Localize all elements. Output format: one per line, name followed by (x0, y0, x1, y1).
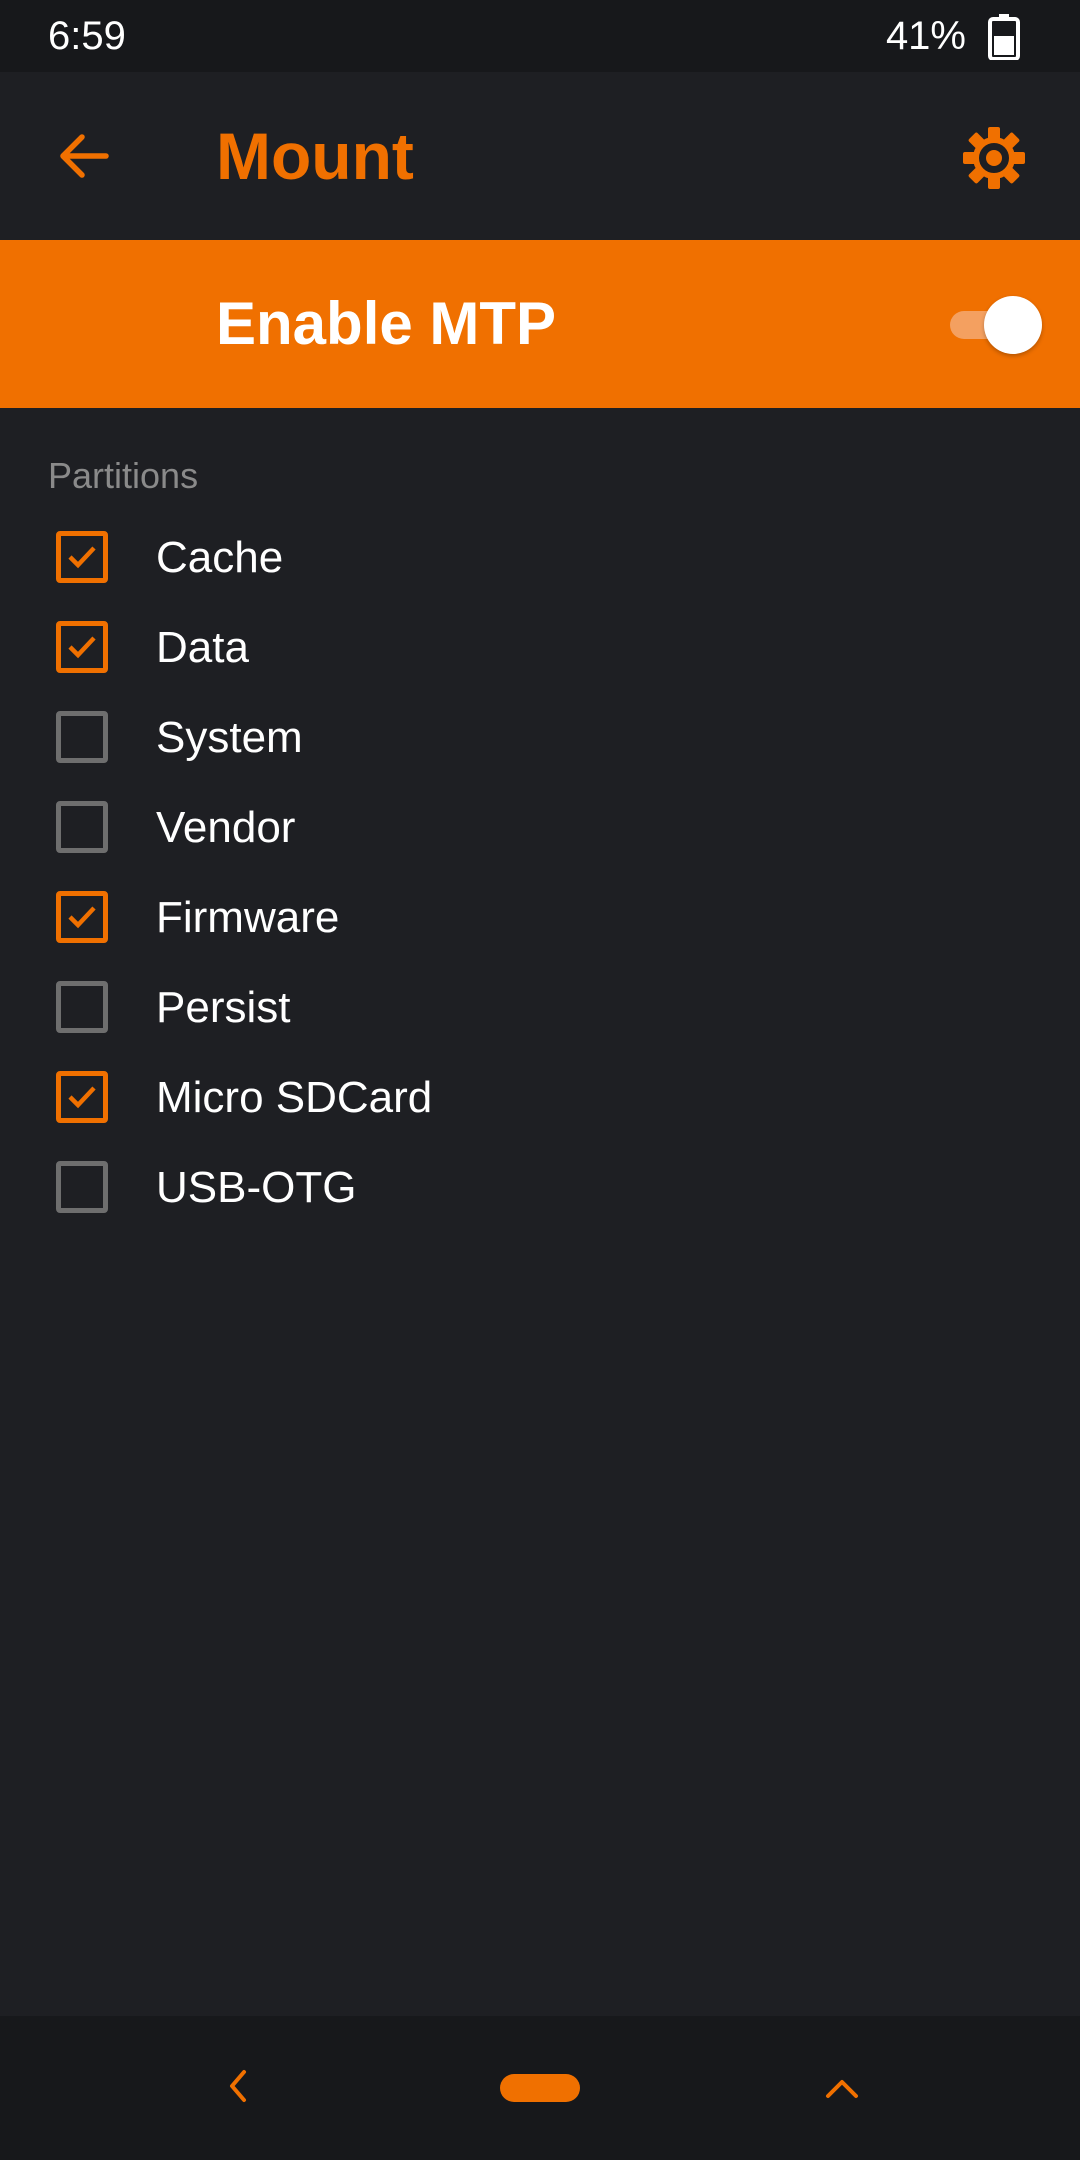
partition-row-cache[interactable]: Cache (0, 512, 1080, 602)
home-pill-button[interactable] (500, 2074, 580, 2102)
partition-checkbox[interactable] (56, 891, 108, 943)
partition-checkbox[interactable] (56, 981, 108, 1033)
partition-label: Cache (156, 533, 284, 582)
check-icon (68, 1086, 96, 1109)
partition-label: Data (156, 623, 249, 672)
partition-checkbox[interactable] (56, 1071, 108, 1123)
battery-icon (988, 14, 1020, 60)
enable-mtp-switch[interactable] (948, 296, 1042, 354)
partition-row-vendor[interactable]: Vendor (0, 782, 1080, 872)
switch-thumb (984, 296, 1042, 354)
app-bar: Mount (0, 72, 1080, 240)
partition-checkbox[interactable] (56, 711, 108, 763)
partition-label: Persist (156, 983, 291, 1032)
partition-label: Vendor (156, 803, 296, 852)
chevron-up-icon[interactable] (822, 2074, 862, 2102)
battery-percentage: 41% (885, 14, 966, 58)
check-icon (68, 636, 96, 659)
partition-row-micro-sdcard[interactable]: Micro SDCard (0, 1052, 1080, 1142)
partition-label: USB-OTG (156, 1163, 357, 1212)
page-title: Mount (216, 119, 414, 193)
enable-mtp-row[interactable]: Enable MTP (0, 240, 1080, 408)
partition-checkbox[interactable] (56, 531, 108, 583)
status-time: 6:59 (48, 14, 126, 58)
check-icon (68, 906, 96, 929)
partition-list: Cache Data System Vendor Firmware Persis… (0, 512, 1080, 1232)
partition-label: Firmware (156, 893, 340, 942)
enable-mtp-label: Enable MTP (216, 290, 557, 357)
partition-checkbox[interactable] (56, 621, 108, 673)
partition-label: Micro SDCard (156, 1073, 433, 1122)
partition-row-persist[interactable]: Persist (0, 962, 1080, 1052)
navigation-bar (0, 2016, 1080, 2160)
partition-row-data[interactable]: Data (0, 602, 1080, 692)
check-icon (68, 546, 96, 569)
partition-row-usb-otg[interactable]: USB-OTG (0, 1142, 1080, 1232)
back-arrow-icon[interactable] (54, 126, 114, 186)
status-bar: 6:59 41% (0, 0, 1080, 72)
chevron-left-icon[interactable] (222, 2066, 254, 2106)
gear-icon[interactable] (960, 124, 1028, 192)
partitions-header: Partitions (48, 455, 199, 496)
partition-checkbox[interactable] (56, 1161, 108, 1213)
partition-checkbox[interactable] (56, 801, 108, 853)
partition-row-system[interactable]: System (0, 692, 1080, 782)
partition-label: System (156, 713, 303, 762)
partition-row-firmware[interactable]: Firmware (0, 872, 1080, 962)
